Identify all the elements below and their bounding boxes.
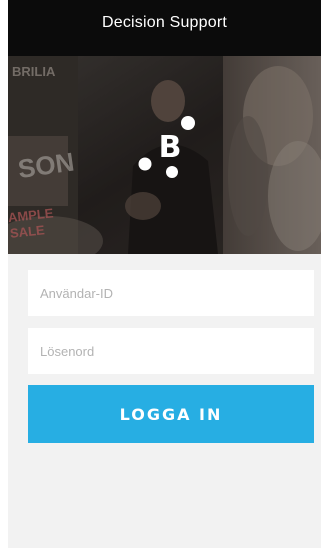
login-button[interactable]: LOGGA IN — [28, 385, 314, 443]
logo-letter: B — [159, 130, 182, 165]
username-input[interactable] — [28, 270, 314, 316]
street-photo: BRILIA SON AMPLE SALE B — [8, 56, 321, 254]
password-input[interactable] — [28, 328, 314, 374]
title-bar: Decision Support — [8, 0, 321, 56]
app-title: Decision Support — [101, 14, 228, 31]
hero-image: BRILIA SON AMPLE SALE B — [8, 56, 321, 254]
login-form: LOGGA IN — [8, 254, 321, 548]
app-screen: Decision Support BRILIA SON AMPLE SALE B… — [8, 0, 321, 548]
